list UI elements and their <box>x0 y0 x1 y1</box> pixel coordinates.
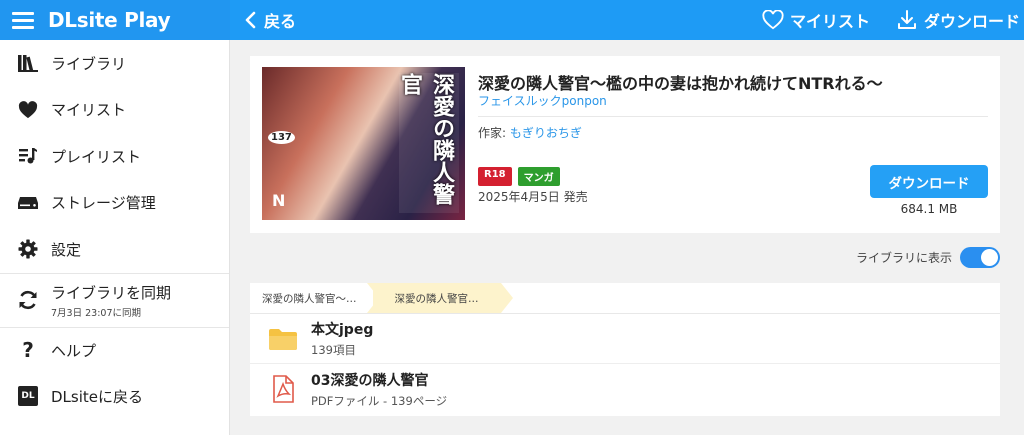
back-label: 戻る <box>264 12 297 31</box>
sidebar-item-label: ヘルプ <box>51 341 97 360</box>
file-browser: 深愛の隣人警官〜… 深愛の隣人警官… 本文jpeg 139項目 03深愛の隣人警… <box>250 283 1000 416</box>
download-button[interactable]: ダウンロード <box>870 165 988 198</box>
sidebar-item-label: ストレージ管理 <box>51 194 156 213</box>
menu-icon[interactable] <box>12 8 34 33</box>
library-visibility-label: ライブラリに表示 <box>855 251 952 265</box>
file-name: 03深愛の隣人警官 <box>311 372 429 389</box>
sidebar-item-settings[interactable]: 設定 <box>0 226 229 273</box>
storage-icon <box>16 191 40 215</box>
mylist-label: マイリスト <box>789 12 870 31</box>
file-name: 本文jpeg <box>311 322 374 338</box>
mylist-button[interactable]: マイリスト <box>762 8 870 32</box>
heart-icon <box>16 98 40 122</box>
sidebar-item-mylist[interactable]: マイリスト <box>0 87 229 134</box>
cover-title-text: 深愛の隣人警官 <box>397 73 454 205</box>
author-row: 作家: もぎりおちぎ <box>478 124 582 141</box>
app-logo[interactable]: DLsite Play <box>48 8 171 32</box>
work-card: 深愛の隣人警官 137 N 深愛の隣人警官〜檻の中の妻は抱かれ続けてNTRれる〜… <box>250 56 1000 233</box>
divider <box>478 116 988 117</box>
playlist-icon <box>16 144 40 168</box>
tag-list: R18 マンガ <box>478 167 566 186</box>
library-visibility-row: ライブラリに表示 <box>856 247 1000 268</box>
sidebar-item-sync[interactable]: ライブラリを同期 7月3日 23:07に同期 <box>0 272 229 327</box>
file-meta: PDFファイル - 139ページ <box>311 393 448 408</box>
gear-icon <box>16 237 40 261</box>
sidebar: ライブラリ マイリスト プレイリスト ストレージ管理 設定 ライブラリを同期 7… <box>0 40 230 435</box>
breadcrumb-item[interactable]: 深愛の隣人警官〜… <box>250 283 367 313</box>
release-date: 2025年4月5日 発売 <box>478 190 588 204</box>
circle-link[interactable]: フェイスルックponpon <box>478 92 607 109</box>
sidebar-item-back-dlsite[interactable]: DL DLsiteに戻る <box>0 373 229 420</box>
sync-label: ライブラリを同期 <box>51 283 172 302</box>
heart-outline-icon <box>762 10 784 30</box>
file-size: 684.1 MB <box>900 202 958 216</box>
chevron-left-icon <box>245 11 256 29</box>
work-title: 深愛の隣人警官〜檻の中の妻は抱かれ続けてNTRれる〜 <box>478 74 883 93</box>
sidebar-item-label: ライブラリ <box>51 54 127 73</box>
sync-timestamp: 7月3日 23:07に同期 <box>51 307 141 319</box>
breadcrumb-item-current[interactable]: 深愛の隣人警官… <box>366 283 513 313</box>
cover-image[interactable]: 深愛の隣人警官 137 N <box>262 67 465 220</box>
download-icon <box>897 10 916 29</box>
sidebar-item-label: DLsiteに戻る <box>51 387 143 406</box>
dlsite-icon: DL <box>16 384 40 408</box>
sidebar-item-help[interactable]: ? ヘルプ <box>0 326 229 374</box>
brand-area: DLsite Play <box>0 0 230 40</box>
sidebar-item-playlist[interactable]: プレイリスト <box>0 133 229 180</box>
pdf-icon <box>266 375 300 403</box>
list-item[interactable]: 本文jpeg 139項目 <box>250 314 1000 364</box>
sidebar-item-storage[interactable]: ストレージ管理 <box>0 180 229 227</box>
file-meta: 139項目 <box>311 343 356 357</box>
library-visibility-toggle[interactable] <box>960 247 1000 268</box>
download-top-button[interactable]: ダウンロード <box>896 8 1020 32</box>
cover-letter: N <box>272 191 286 210</box>
sync-icon <box>16 288 40 312</box>
folder-icon <box>266 327 300 351</box>
library-icon <box>16 51 40 75</box>
download-label: ダウンロード <box>923 12 1020 31</box>
sidebar-item-label: プレイリスト <box>51 147 142 166</box>
sidebar-item-library[interactable]: ライブラリ <box>0 40 229 87</box>
author-link[interactable]: もぎりおちぎ <box>510 126 582 140</box>
back-button[interactable]: 戻る <box>244 0 296 40</box>
r18-badge: R18 <box>478 167 512 186</box>
sidebar-item-label: 設定 <box>51 240 82 259</box>
cover-number: 137 <box>268 131 295 144</box>
top-bar: DLsite Play 戻る マイリスト ダウンロード <box>0 0 1024 40</box>
breadcrumb: 深愛の隣人警官〜… 深愛の隣人警官… <box>250 283 1000 314</box>
sidebar-item-label: マイリスト <box>51 101 127 120</box>
genre-badge: マンガ <box>517 167 560 186</box>
help-icon: ? <box>22 338 34 363</box>
author-label: 作家: <box>478 126 510 140</box>
list-item[interactable]: 03深愛の隣人警官 PDFファイル - 139ページ <box>250 364 1000 414</box>
